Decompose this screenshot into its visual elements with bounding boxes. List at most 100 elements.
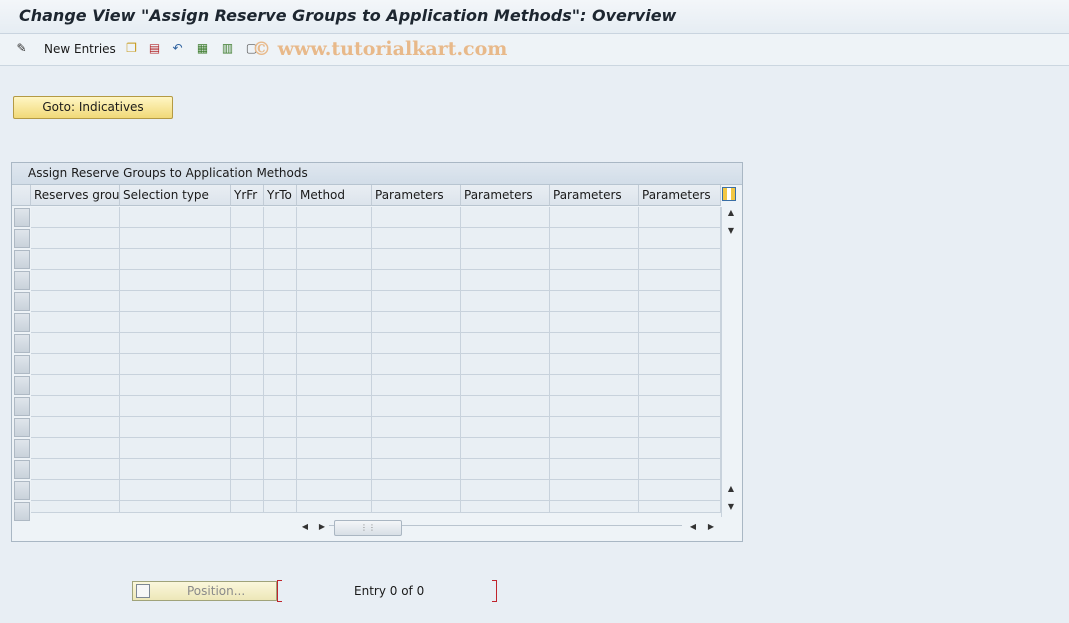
row-selector[interactable]	[14, 481, 30, 500]
column-header-reserves-group[interactable]: Reserves group	[31, 185, 120, 206]
table-cell[interactable]	[297, 396, 372, 417]
table-cell[interactable]	[550, 375, 639, 396]
table-cell[interactable]	[231, 417, 264, 438]
table-cell[interactable]	[372, 396, 461, 417]
table-cell[interactable]	[639, 312, 721, 333]
horizontal-scroll-thumb[interactable]: ⋮⋮	[334, 520, 402, 536]
table-cell[interactable]	[264, 333, 297, 354]
row-selector[interactable]	[14, 229, 30, 248]
table-cell[interactable]	[264, 459, 297, 480]
table-settings-icon[interactable]	[722, 187, 736, 201]
column-header-yrto[interactable]: YrTo	[264, 185, 297, 206]
table-cell[interactable]	[297, 291, 372, 312]
table-cell[interactable]	[264, 480, 297, 501]
table-cell[interactable]	[372, 375, 461, 396]
table-cell[interactable]	[461, 270, 550, 291]
table-cell[interactable]	[31, 354, 120, 375]
table-cell[interactable]	[461, 396, 550, 417]
table-cell[interactable]	[639, 480, 721, 501]
table-cell[interactable]	[120, 312, 231, 333]
table-cell[interactable]	[120, 207, 231, 228]
column-header-parameters-2[interactable]: Parameters	[461, 185, 550, 206]
table-cell[interactable]	[461, 417, 550, 438]
table-cell[interactable]	[550, 438, 639, 459]
table-cell[interactable]	[297, 459, 372, 480]
table-cell[interactable]	[372, 417, 461, 438]
scroll-end-left-icon[interactable]: ◀	[686, 521, 700, 533]
row-selector[interactable]	[14, 292, 30, 311]
scroll-down-icon[interactable]: ▼	[724, 501, 738, 513]
table-cell[interactable]	[31, 207, 120, 228]
copy-icon[interactable]: ❐	[124, 41, 139, 56]
row-selector[interactable]	[14, 208, 30, 227]
table-cell[interactable]	[264, 291, 297, 312]
table-cell[interactable]	[461, 354, 550, 375]
table-cell[interactable]	[231, 396, 264, 417]
table-cell[interactable]	[31, 249, 120, 270]
scroll-end-right-icon[interactable]: ▶	[704, 521, 718, 533]
row-selector[interactable]	[14, 376, 30, 395]
table-cell[interactable]	[231, 270, 264, 291]
row-selector[interactable]	[14, 397, 30, 416]
table-cell[interactable]	[297, 501, 372, 513]
table-cell[interactable]	[297, 354, 372, 375]
table-cell[interactable]	[264, 438, 297, 459]
table-cell[interactable]	[461, 312, 550, 333]
table-cell[interactable]	[461, 291, 550, 312]
table-cell[interactable]	[120, 438, 231, 459]
table-cell[interactable]	[120, 270, 231, 291]
column-header-parameters-3[interactable]: Parameters	[550, 185, 639, 206]
new-entries-button[interactable]: New Entries	[44, 42, 116, 56]
table-cell[interactable]	[120, 396, 231, 417]
table-cell[interactable]	[297, 228, 372, 249]
table-cell[interactable]	[297, 249, 372, 270]
vertical-scrollbar[interactable]: ▲ ▼ ▲ ▼	[721, 207, 740, 517]
table-cell[interactable]	[372, 291, 461, 312]
table-cell[interactable]	[639, 354, 721, 375]
table-cell[interactable]	[461, 459, 550, 480]
table-cell[interactable]	[31, 333, 120, 354]
table-cell[interactable]	[120, 249, 231, 270]
table-cell[interactable]	[639, 270, 721, 291]
select-all-column-header[interactable]	[12, 185, 31, 206]
table-cell[interactable]	[31, 291, 120, 312]
table-cell[interactable]	[550, 354, 639, 375]
table-cell[interactable]	[120, 417, 231, 438]
table-cell[interactable]	[231, 228, 264, 249]
column-header-parameters-1[interactable]: Parameters	[372, 185, 461, 206]
table-cell[interactable]	[231, 459, 264, 480]
table-cell[interactable]	[31, 228, 120, 249]
table-cell[interactable]	[550, 396, 639, 417]
table-cell[interactable]	[31, 312, 120, 333]
table-cell[interactable]	[461, 333, 550, 354]
table-cell[interactable]	[264, 270, 297, 291]
table-cell[interactable]	[264, 207, 297, 228]
table-cell[interactable]	[231, 207, 264, 228]
table-cell[interactable]	[372, 480, 461, 501]
column-header-selection-type[interactable]: Selection type	[120, 185, 231, 206]
column-header-yrfr[interactable]: YrFr	[231, 185, 264, 206]
row-selector[interactable]	[14, 355, 30, 374]
table-cell[interactable]	[461, 501, 550, 513]
table-cell[interactable]	[297, 207, 372, 228]
table-cell[interactable]	[639, 417, 721, 438]
table-cell[interactable]	[639, 291, 721, 312]
table-cell[interactable]	[31, 396, 120, 417]
table-cell[interactable]	[639, 333, 721, 354]
table-cell[interactable]	[550, 312, 639, 333]
table-cell[interactable]	[120, 501, 231, 513]
table-cell[interactable]	[461, 438, 550, 459]
table-cell[interactable]	[372, 207, 461, 228]
table-cell[interactable]	[264, 312, 297, 333]
table-cell[interactable]	[372, 312, 461, 333]
table-cell[interactable]	[297, 312, 372, 333]
table-cell[interactable]	[372, 438, 461, 459]
scroll-page-down-icon[interactable]: ▼	[724, 225, 738, 237]
table-cell[interactable]	[639, 375, 721, 396]
table-cell[interactable]	[31, 459, 120, 480]
table-cell[interactable]	[120, 333, 231, 354]
table-cell[interactable]	[264, 396, 297, 417]
table-cell[interactable]	[639, 249, 721, 270]
row-selector[interactable]	[14, 334, 30, 353]
table-cell[interactable]	[264, 417, 297, 438]
